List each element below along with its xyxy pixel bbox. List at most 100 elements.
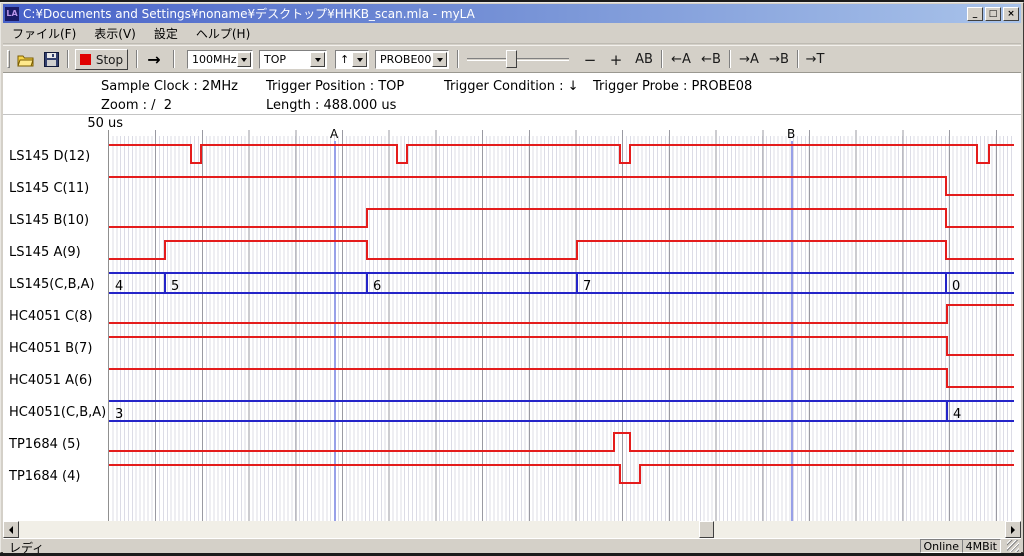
resize-grip-icon[interactable] bbox=[1007, 540, 1019, 552]
toolbar-separator bbox=[729, 50, 731, 68]
zoom-out-button[interactable]: − bbox=[579, 49, 601, 70]
channel-label: LS145 A(9) bbox=[9, 245, 107, 260]
online-status-badge: Online bbox=[920, 539, 963, 553]
toolbar-separator bbox=[661, 50, 663, 68]
menu-file[interactable]: ファイル(F) bbox=[3, 23, 85, 44]
ab-range-button[interactable]: AB bbox=[631, 49, 657, 70]
toolbar: Stop → 100MHz TOP ↑ PROBE00 − + AB bbox=[3, 45, 1021, 72]
channel-label: LS145 D(12) bbox=[9, 149, 107, 164]
set-marker-b-button[interactable]: →B bbox=[765, 49, 793, 70]
minimize-button[interactable]: _ bbox=[967, 7, 983, 21]
save-button[interactable] bbox=[40, 49, 62, 70]
stop-button[interactable]: Stop bbox=[75, 49, 128, 70]
channel-label: TP1684 (5) bbox=[9, 437, 107, 452]
sample-clock-select[interactable]: 100MHz bbox=[187, 50, 253, 69]
run-button[interactable]: → bbox=[141, 49, 167, 70]
channel-label: LS145 B(10) bbox=[9, 213, 107, 228]
length-info: Length : 488.000 us bbox=[266, 98, 396, 113]
channel-label: HC4051 A(6) bbox=[9, 373, 107, 388]
trigger-position-value: TOP bbox=[260, 53, 310, 66]
open-folder-icon bbox=[17, 53, 35, 67]
menu-help[interactable]: ヘルプ(H) bbox=[187, 23, 259, 44]
channel-label: TP1684 (4) bbox=[9, 469, 107, 484]
toolbar-separator bbox=[797, 50, 799, 68]
title-bar[interactable]: LA C:¥Documents and Settings¥noname¥デスクト… bbox=[3, 4, 1021, 23]
zoom-in-button[interactable]: + bbox=[605, 49, 627, 70]
channel-label: HC4051 C(8) bbox=[9, 309, 107, 324]
channel-label: LS145(C,B,A) bbox=[9, 277, 107, 292]
save-floppy-icon bbox=[44, 52, 59, 67]
bus-value: 7 bbox=[583, 279, 591, 294]
app-icon: LA bbox=[5, 7, 19, 21]
sample-clock-value: 100MHz bbox=[188, 53, 237, 66]
scrollbar-thumb[interactable] bbox=[699, 521, 714, 538]
memory-size-badge: 4MBit bbox=[962, 539, 1001, 553]
stop-icon bbox=[80, 54, 91, 65]
trigger-probe-select[interactable]: PROBE00 bbox=[375, 50, 449, 69]
open-file-button[interactable] bbox=[15, 49, 37, 70]
goto-trigger-button[interactable]: →T bbox=[801, 49, 829, 70]
stop-label: Stop bbox=[96, 53, 123, 67]
chevron-down-icon[interactable] bbox=[310, 52, 325, 67]
set-b-icon: →B bbox=[769, 52, 789, 67]
run-arrow-icon: → bbox=[147, 50, 160, 69]
marker-b-label[interactable]: B bbox=[787, 127, 795, 141]
menu-view[interactable]: 表示(V) bbox=[85, 23, 145, 44]
channel-label: HC4051 B(7) bbox=[9, 341, 107, 356]
close-button[interactable]: × bbox=[1003, 7, 1019, 21]
window-title: C:¥Documents and Settings¥noname¥デスクトップ¥… bbox=[23, 5, 965, 22]
bus-value: 4 bbox=[953, 407, 961, 422]
time-scale-label: 50 us bbox=[3, 116, 123, 131]
bus-value: 3 bbox=[115, 407, 123, 422]
marker-a-label[interactable]: A bbox=[330, 127, 338, 141]
goto-trigger-icon: →T bbox=[806, 52, 825, 67]
zoom-slider-track[interactable] bbox=[467, 58, 569, 61]
status-bar: レディ Online 4MBit bbox=[3, 538, 1021, 553]
maximize-button[interactable]: □ bbox=[985, 7, 1001, 21]
set-marker-a-button[interactable]: →A bbox=[735, 49, 763, 70]
toolbar-separator bbox=[457, 50, 459, 68]
trigger-edge-value: ↑ bbox=[336, 53, 352, 66]
scroll-left-button[interactable] bbox=[3, 521, 19, 538]
ab-label: AB bbox=[635, 52, 653, 67]
menu-bar: ファイル(F) 表示(V) 設定 ヘルプ(H) bbox=[3, 24, 1021, 44]
toolbar-grip[interactable] bbox=[7, 50, 10, 68]
trigger-position-select[interactable]: TOP bbox=[259, 50, 327, 69]
goto-b-icon: ←B bbox=[701, 52, 721, 67]
separator bbox=[3, 114, 1021, 115]
toolbar-separator bbox=[136, 50, 138, 68]
trigger-edge-select[interactable]: ↑ bbox=[335, 50, 369, 69]
chevron-down-icon[interactable] bbox=[352, 52, 367, 67]
toolbar-separator bbox=[173, 50, 175, 68]
goto-marker-b-button[interactable]: ←B bbox=[697, 49, 725, 70]
trigger-condition-info: Trigger Condition : ↓ bbox=[444, 79, 579, 94]
plus-icon: + bbox=[610, 51, 623, 69]
waveform-client-area: Sample Clock : 2MHz Trigger Position : T… bbox=[3, 72, 1021, 521]
horizontal-scrollbar[interactable] bbox=[3, 521, 1021, 538]
minus-icon: − bbox=[584, 51, 597, 69]
bus-value: 6 bbox=[373, 279, 381, 294]
set-a-icon: →A bbox=[739, 52, 759, 67]
goto-a-icon: ←A bbox=[671, 52, 691, 67]
waveform-plot[interactable]: 4 5 6 7 0 3 4 bbox=[108, 130, 1013, 522]
bus-value: 0 bbox=[952, 279, 960, 294]
bus-value: 4 bbox=[115, 279, 123, 294]
status-text: レディ bbox=[9, 539, 44, 556]
trigger-probe-info: Trigger Probe : PROBE08 bbox=[593, 79, 752, 94]
trigger-position-info: Trigger Position : TOP bbox=[266, 79, 404, 94]
waveform-svg: 4 5 6 7 0 3 4 bbox=[109, 130, 1014, 522]
bus-value: 5 bbox=[171, 279, 179, 294]
scroll-right-button[interactable] bbox=[1005, 521, 1021, 538]
menu-settings[interactable]: 設定 bbox=[145, 23, 187, 44]
chevron-down-icon[interactable] bbox=[237, 52, 251, 67]
zoom-info: Zoom : / 2 bbox=[101, 98, 172, 113]
sample-clock-info: Sample Clock : 2MHz bbox=[101, 79, 238, 94]
channel-label: HC4051(C,B,A) bbox=[9, 405, 107, 420]
app-window: LA C:¥Documents and Settings¥noname¥デスクト… bbox=[0, 2, 1024, 553]
toolbar-separator bbox=[67, 50, 69, 68]
chevron-down-icon[interactable] bbox=[432, 52, 447, 67]
zoom-slider-thumb[interactable] bbox=[506, 50, 517, 68]
trigger-probe-value: PROBE00 bbox=[376, 53, 432, 66]
channel-label: LS145 C(11) bbox=[9, 181, 107, 196]
goto-marker-a-button[interactable]: ←A bbox=[667, 49, 695, 70]
